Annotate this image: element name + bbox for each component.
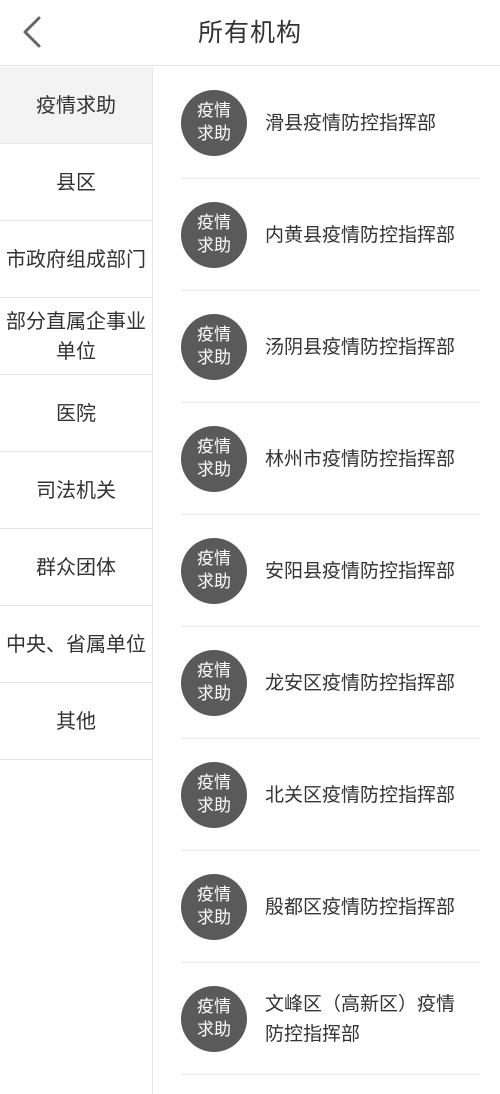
badge-line: 疫情 [197,548,231,569]
label-line: 中央、省属单位 [6,632,146,656]
sidebar-item-counties[interactable]: 县区 [0,144,152,221]
badge-line: 疫情 [197,660,231,681]
sidebar-item-epidemic-help[interactable]: 疫情求助 [0,67,152,144]
sidebar-item-label: 医院 [56,398,96,428]
badge-line: 疫情 [197,212,231,233]
org-name-line: 文峰区（高新区）疫情 [265,992,456,1015]
label-line: 部分直属企事业 [6,309,146,333]
sidebar-item-mass-organizations[interactable]: 群众团体 [0,529,152,606]
badge-line: 求助 [197,1019,231,1040]
label-line: 其他 [56,709,96,733]
sidebar-item-label: 其他 [56,706,96,736]
org-name-line: 林州市疫情防控指挥部 [265,447,456,470]
sidebar-item-judicial[interactable]: 司法机关 [0,452,152,529]
label-line: 司法机关 [36,478,116,502]
badge-line: 求助 [197,907,231,928]
list-item[interactable]: 疫情 求助 内黄县疫情防控指挥部 [181,179,480,291]
page-title: 所有机构 [197,18,302,47]
sidebar-item-label: 司法机关 [36,475,116,505]
badge-line: 求助 [197,459,231,480]
list-item[interactable]: 疫情 求助 龙安区疫情防控指挥部 [181,627,480,739]
label-line: 疫情求助 [36,93,116,117]
list-item[interactable]: 疫情 求助 滑县疫情防控指挥部 [181,67,480,179]
epidemic-help-badge: 疫情 求助 [181,761,247,828]
badge-line: 疫情 [197,996,231,1017]
badge-line: 疫情 [197,436,231,457]
sidebar-item-hospitals[interactable]: 医院 [0,375,152,452]
sidebar-item-gov-departments[interactable]: 市政府组成部门 [0,221,152,298]
epidemic-help-badge: 疫情 求助 [181,537,247,604]
org-name-line: 防控指挥部 [265,1022,361,1045]
org-name-line: 殷都区疫情防控指挥部 [265,895,456,918]
badge-line: 疫情 [197,772,231,793]
org-name: 文峰区（高新区）疫情 防控指挥部 [265,989,465,1049]
badge-line: 求助 [197,683,231,704]
badge-line: 求助 [197,123,231,144]
sidebar-item-label: 疫情求助 [36,90,116,120]
epidemic-help-badge: 疫情 求助 [181,873,247,940]
app-screen: 所有机构 疫情求助 县区 市政府组成部门 部分直属企事业 单位 医院 司法机关 … [0,0,500,1094]
sidebar-item-label: 部分直属企事业 单位 [6,306,146,366]
badge-line: 求助 [197,795,231,816]
sidebar-item-label: 县区 [56,167,96,197]
org-name-line: 汤阴县疫情防控指挥部 [265,335,456,358]
org-name-line: 北关区疫情防控指挥部 [265,783,456,806]
badge-line: 求助 [197,347,231,368]
sidebar-item-enterprises[interactable]: 部分直属企事业 单位 [0,298,152,375]
label-line: 市政府组成部门 [6,247,146,271]
badge-line: 疫情 [197,100,231,121]
badge-line: 疫情 [197,884,231,905]
label-line: 单位 [56,339,96,363]
list-item[interactable]: 疫情 求助 文峰区（高新区）疫情 防控指挥部 [181,963,480,1075]
epidemic-help-badge: 疫情 求助 [181,985,247,1052]
org-name: 殷都区疫情防控指挥部 [265,892,465,922]
epidemic-help-badge: 疫情 求助 [181,313,247,380]
organization-list: 疫情 求助 滑县疫情防控指挥部 疫情 求助 内黄县疫情防控指挥部 疫情 求助 汤… [153,67,500,1094]
list-item[interactable]: 疫情 求助 北关区疫情防控指挥部 [181,739,480,851]
epidemic-help-badge: 疫情 求助 [181,649,247,716]
org-name: 北关区疫情防控指挥部 [265,780,465,810]
org-name: 龙安区疫情防控指挥部 [265,668,465,698]
org-name: 滑县疫情防控指挥部 [265,108,465,138]
badge-line: 求助 [197,235,231,256]
label-line: 群众团体 [36,555,116,579]
sidebar-item-label: 市政府组成部门 [6,244,146,274]
list-item[interactable]: 疫情 求助 汤阴县疫情防控指挥部 [181,291,480,403]
sidebar-item-label: 群众团体 [36,552,116,582]
org-name: 内黄县疫情防控指挥部 [265,220,465,250]
label-line: 医院 [56,401,96,425]
org-name-line: 龙安区疫情防控指挥部 [265,671,456,694]
top-bar: 所有机构 [0,0,500,66]
epidemic-help-badge: 疫情 求助 [181,89,247,156]
epidemic-help-badge: 疫情 求助 [181,201,247,268]
sidebar-item-central-provincial[interactable]: 中央、省属单位 [0,606,152,683]
label-line: 县区 [56,170,96,194]
list-item[interactable]: 疫情 求助 安阳县疫情防控指挥部 [181,515,480,627]
sidebar-item-label: 中央、省属单位 [6,629,146,659]
badge-line: 求助 [197,571,231,592]
org-name: 林州市疫情防控指挥部 [265,444,465,474]
badge-line: 疫情 [197,324,231,345]
org-name-line: 内黄县疫情防控指挥部 [265,223,456,246]
org-name: 汤阴县疫情防控指挥部 [265,332,465,362]
list-item[interactable]: 疫情 求助 林州市疫情防控指挥部 [181,403,480,515]
org-name-line: 滑县疫情防控指挥部 [265,111,437,134]
epidemic-help-badge: 疫情 求助 [181,425,247,492]
org-name: 安阳县疫情防控指挥部 [265,556,465,586]
list-item[interactable]: 疫情 求助 殷都区疫情防控指挥部 [181,851,480,963]
category-sidebar: 疫情求助 县区 市政府组成部门 部分直属企事业 单位 医院 司法机关 群众团体 … [0,67,153,1094]
sidebar-item-other[interactable]: 其他 [0,683,152,760]
org-name-line: 安阳县疫情防控指挥部 [265,559,456,582]
